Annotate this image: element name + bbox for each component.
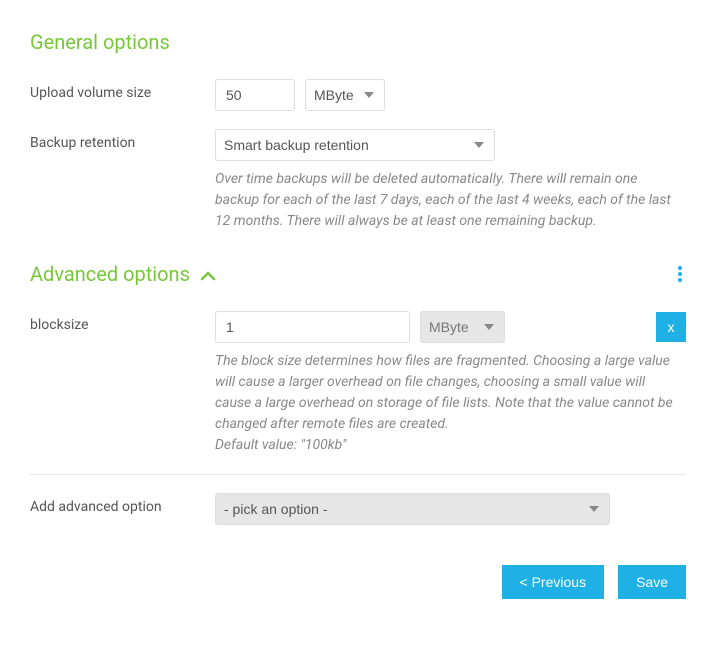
upload-volume-row: Upload volume size MByte [30,79,686,111]
add-advanced-option-row: Add advanced option - pick an option - [30,493,686,525]
save-button[interactable]: Save [618,565,686,599]
blocksize-unit-select[interactable]: MByte [420,311,505,343]
previous-button[interactable]: < Previous [502,565,605,599]
upload-volume-unit-select[interactable]: MByte [305,79,385,111]
blocksize-row: blocksize MByte x The block size determi… [30,311,686,456]
blocksize-remove-button[interactable]: x [656,312,686,342]
blocksize-label: blocksize [30,311,215,333]
chevron-up-icon [200,262,216,286]
advanced-options-heading[interactable]: Advanced options [30,262,216,286]
add-advanced-option-label: Add advanced option [30,493,215,515]
add-advanced-option-select[interactable]: - pick an option - [215,493,610,525]
general-options-heading: General options [30,30,686,54]
backup-retention-select[interactable]: Smart backup retention [215,129,495,161]
more-options-icon[interactable] [674,262,686,286]
blocksize-input[interactable] [215,311,410,343]
upload-volume-label: Upload volume size [30,79,215,101]
upload-volume-input[interactable] [215,79,295,111]
backup-retention-label: Backup retention [30,129,215,151]
backup-retention-row: Backup retention Smart backup retention … [30,129,686,232]
divider [30,474,686,475]
backup-retention-help: Over time backups will be deleted automa… [215,169,675,232]
blocksize-help: The block size determines how files are … [215,351,675,456]
